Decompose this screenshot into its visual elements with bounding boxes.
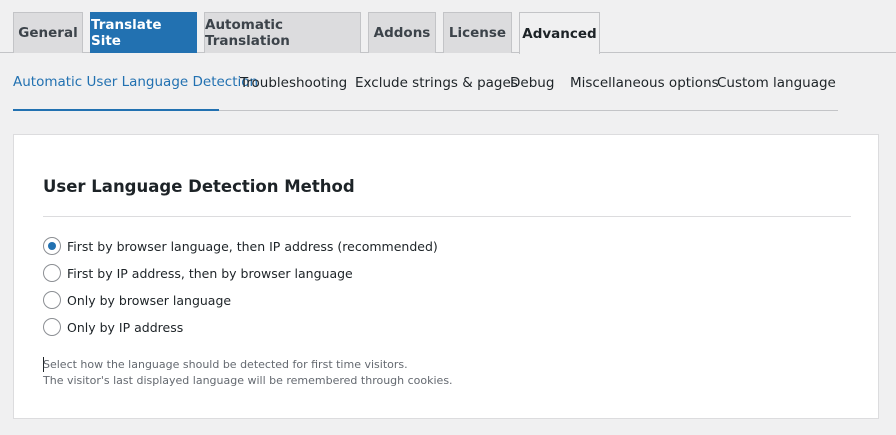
radio-browser-then-ip[interactable] xyxy=(43,237,61,255)
advanced-subtab-bar: Automatic User Language Detection Troubl… xyxy=(13,54,838,111)
subtab-troubleshooting[interactable]: Troubleshooting xyxy=(240,54,347,111)
panel-title: User Language Detection Method xyxy=(43,177,355,196)
subtab-label: Troubleshooting xyxy=(240,74,348,91)
radio-selected-dot xyxy=(48,242,56,250)
radio-browser-only[interactable] xyxy=(43,291,61,309)
option-label: Only by browser language xyxy=(67,292,232,308)
panel-divider xyxy=(43,216,851,217)
option-browser-then-ip[interactable]: First by browser language, then IP addre… xyxy=(43,236,438,256)
subtab-label: Miscellaneous options xyxy=(570,74,719,91)
tab-advanced-label: Advanced xyxy=(522,25,597,42)
tab-addons-label: Addons xyxy=(373,25,431,41)
tab-advanced[interactable]: Advanced xyxy=(519,12,600,54)
subtab-automatic-user-language-detection[interactable]: Automatic User Language Detection xyxy=(13,54,258,111)
subtab-debug[interactable]: Debug xyxy=(510,54,554,111)
language-detection-panel: User Language Detection Method First by … xyxy=(13,134,879,419)
tab-automatic-translation[interactable]: Automatic Translation xyxy=(204,12,361,53)
subtab-label: Automatic User Language Detection xyxy=(13,73,259,90)
tab-license[interactable]: License xyxy=(443,12,512,53)
tab-translate-site-label: Translate Site xyxy=(91,17,162,49)
subtab-label: Custom language xyxy=(717,74,836,91)
tab-license-label: License xyxy=(448,25,507,41)
tab-general[interactable]: General xyxy=(13,12,83,53)
subtab-custom-language[interactable]: Custom language xyxy=(717,54,836,111)
subtab-exclude-strings-pages[interactable]: Exclude strings & pages xyxy=(355,54,518,111)
option-ip-then-browser[interactable]: First by IP address, then by browser lan… xyxy=(43,263,353,283)
tab-automatic-translation-label: Automatic Translation xyxy=(205,17,290,49)
option-label: First by IP address, then by browser lan… xyxy=(67,265,353,281)
main-tab-bar: General Translate Site Automatic Transla… xyxy=(0,0,896,54)
radio-ip-only[interactable] xyxy=(43,318,61,336)
subtab-miscellaneous-options[interactable]: Miscellaneous options xyxy=(570,54,719,111)
radio-ip-then-browser[interactable] xyxy=(43,264,61,282)
option-ip-only[interactable]: Only by IP address xyxy=(43,317,183,337)
subtab-label: Exclude strings & pages xyxy=(355,74,518,91)
tab-addons[interactable]: Addons xyxy=(368,12,436,53)
subtab-label: Debug xyxy=(510,74,555,91)
tab-general-label: General xyxy=(18,25,78,41)
option-label: Only by IP address xyxy=(67,319,184,335)
description-line-1: Select how the language should be detect… xyxy=(43,358,408,371)
description-line-2: The visitor's last displayed language wi… xyxy=(43,374,453,387)
tab-translate-site[interactable]: Translate Site xyxy=(90,12,197,53)
option-label: First by browser language, then IP addre… xyxy=(67,238,438,254)
option-browser-only[interactable]: Only by browser language xyxy=(43,290,231,310)
